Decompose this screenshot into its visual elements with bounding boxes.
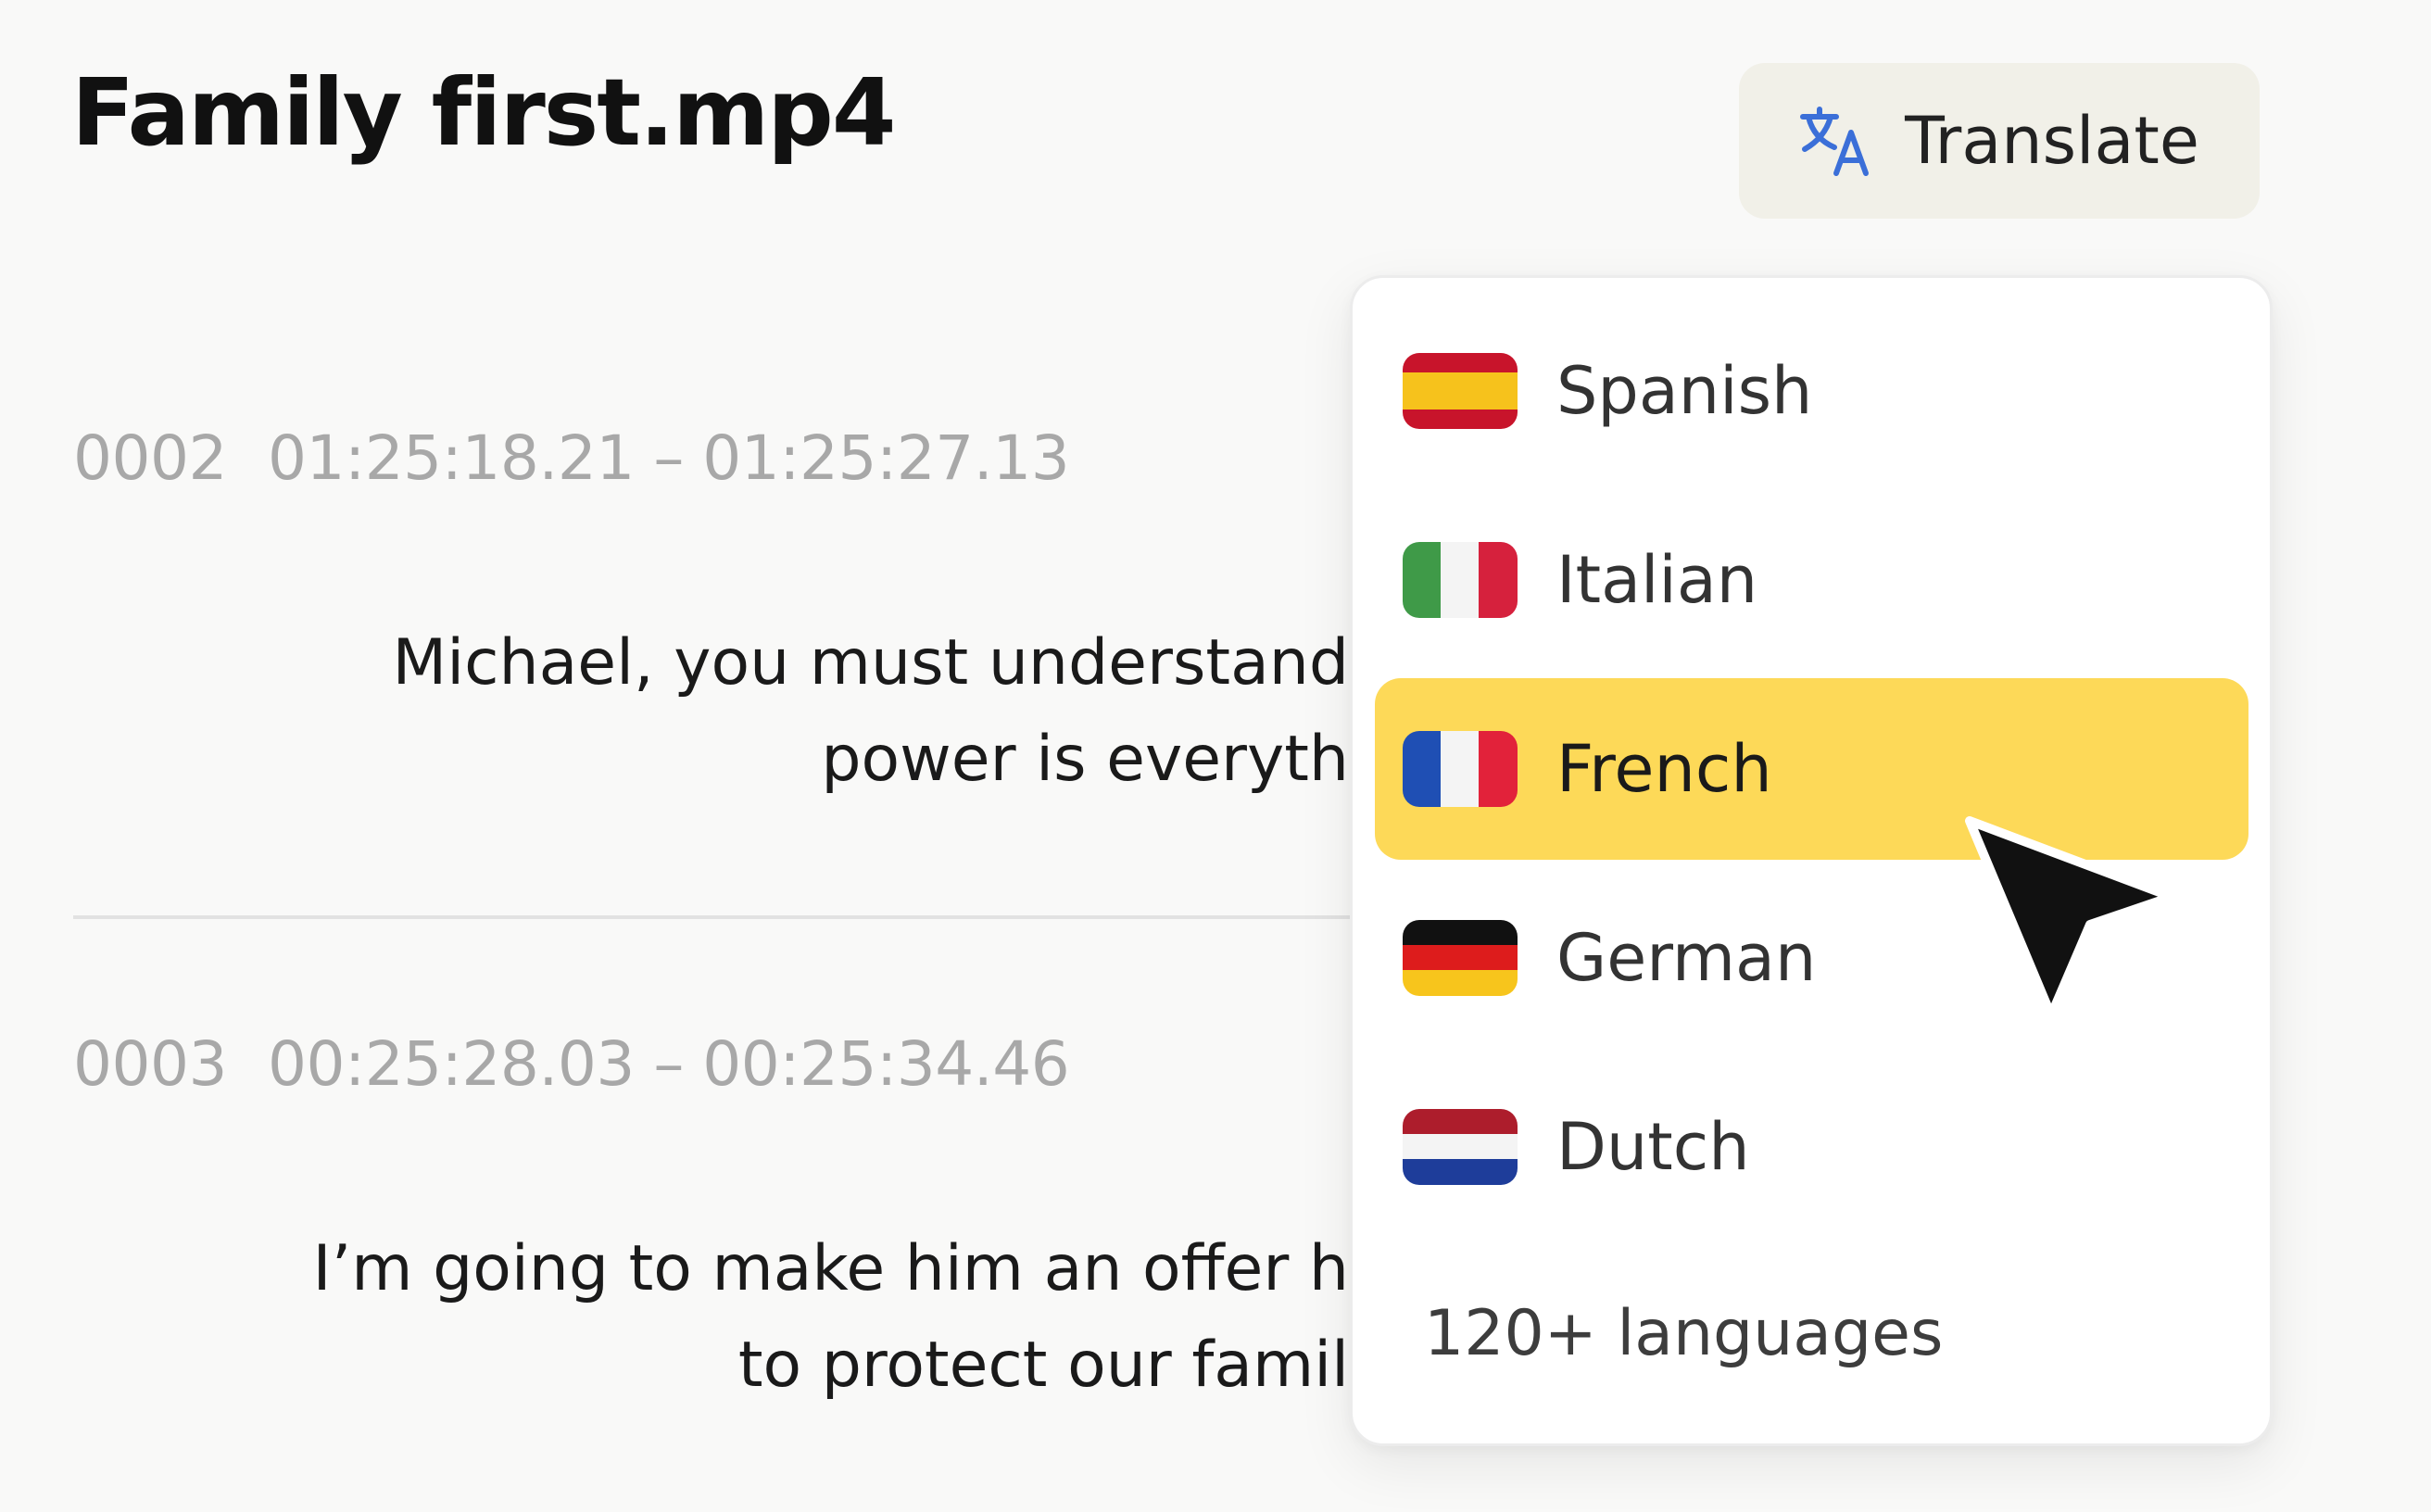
segment-index: 0002 <box>73 422 227 494</box>
segment-divider <box>73 915 1389 919</box>
translate-icon <box>1799 105 1871 177</box>
segment-time-range: 01:25:18.21 – 01:25:27.13 <box>267 422 1070 494</box>
mouse-pointer-icon <box>1965 816 2176 1020</box>
language-label: French <box>1556 731 1772 807</box>
language-option-spanish[interactable]: Spanish <box>1375 300 2248 482</box>
subtitle-text[interactable]: Michael, you must understand power is ev… <box>393 615 1349 808</box>
more-languages-link[interactable]: 120+ languages <box>1424 1297 1943 1370</box>
translate-button-label: Translate <box>1905 103 2199 179</box>
subtitle-line: I’m going to make him an offer h <box>312 1232 1349 1305</box>
language-label: Italian <box>1556 542 1758 618</box>
segment-index: 0003 <box>73 1028 227 1100</box>
language-option-italian[interactable]: Italian <box>1375 489 2248 671</box>
segment-time-range: 00:25:28.03 – 00:25:34.46 <box>267 1028 1070 1100</box>
germany-flag-icon <box>1403 920 1518 996</box>
netherlands-flag-icon <box>1403 1109 1518 1185</box>
language-label: Dutch <box>1556 1109 1750 1185</box>
spain-flag-icon <box>1403 353 1518 429</box>
subtitle-line: power is everyth <box>821 723 1349 796</box>
translate-button[interactable]: Translate <box>1739 63 2260 219</box>
language-option-dutch[interactable]: Dutch <box>1375 1056 2248 1238</box>
page-title: Family first.mp4 <box>71 58 896 167</box>
segment-timecode: 0003 00:25:28.03 – 00:25:34.46 <box>73 1028 1070 1100</box>
subtitle-line: Michael, you must understand <box>392 626 1349 699</box>
france-flag-icon <box>1403 731 1518 807</box>
subtitle-line: to protect our famil <box>737 1329 1349 1402</box>
italy-flag-icon <box>1403 542 1518 618</box>
language-label: German <box>1556 920 1817 996</box>
segment-timecode: 0002 01:25:18.21 – 01:25:27.13 <box>73 422 1070 494</box>
subtitle-text[interactable]: I’m going to make him an offer h to prot… <box>313 1221 1349 1414</box>
language-label: Spanish <box>1556 353 1813 429</box>
